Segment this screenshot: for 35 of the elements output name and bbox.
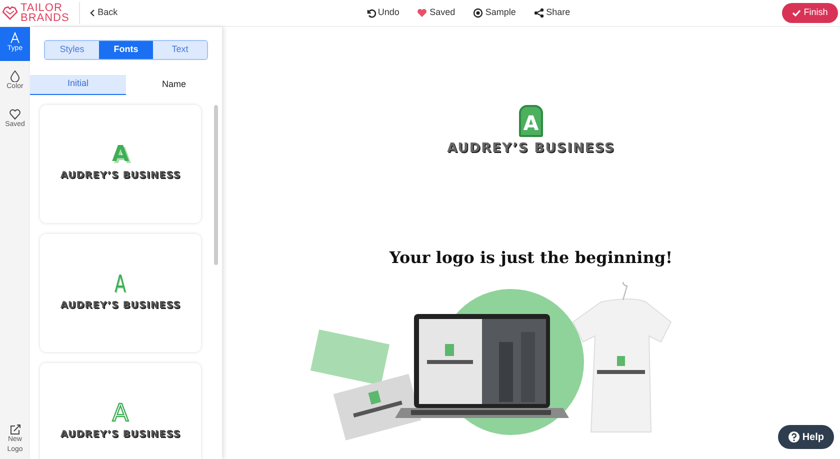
logo-name: AUDREY’S BUSINESS bbox=[60, 168, 181, 183]
logo-name: AUDREY’S BUSINESS bbox=[60, 298, 181, 313]
tagline: Your logo is just the beginning! bbox=[389, 247, 673, 270]
font-option-card[interactable]: A AUDREY’S BUSINESS bbox=[40, 362, 201, 459]
brand-name: BRANDS bbox=[20, 12, 70, 23]
logo-initial: A bbox=[112, 401, 129, 426]
share-button[interactable]: Share bbox=[534, 6, 570, 20]
heart-icon bbox=[417, 8, 428, 18]
back-link[interactable]: Back bbox=[90, 6, 118, 20]
font-option-card[interactable]: A AUDREY’S BUSINESS bbox=[40, 104, 201, 223]
heart-icon bbox=[9, 108, 21, 120]
help-icon bbox=[788, 431, 800, 443]
logo-name: AUDREY’S BUSINESS bbox=[447, 140, 615, 158]
chevron-left-icon bbox=[90, 8, 96, 17]
sample-button[interactable]: Sample bbox=[473, 6, 516, 20]
finish-button[interactable]: Finish bbox=[782, 2, 838, 23]
tab[interactable]: Initial bbox=[30, 74, 126, 95]
saved-button[interactable]: Saved bbox=[417, 6, 456, 20]
letter-a-icon bbox=[9, 32, 21, 44]
logo-name: AUDREY’S BUSINESS bbox=[60, 428, 181, 442]
logo-initial: A bbox=[112, 144, 130, 166]
logo-initial: A bbox=[114, 272, 126, 296]
help-button[interactable]: Help bbox=[778, 425, 834, 449]
heart-logo-icon bbox=[2, 6, 18, 20]
logo-initial: A bbox=[519, 104, 543, 137]
segment-tab[interactable]: Fonts bbox=[99, 40, 153, 59]
undo-icon bbox=[366, 8, 376, 18]
brand-name: TAILOR bbox=[20, 2, 62, 13]
share-icon bbox=[534, 8, 544, 18]
undo-button[interactable]: Undo bbox=[366, 6, 400, 20]
font-option-card[interactable]: A AUDREY’S BUSINESS bbox=[40, 234, 201, 352]
new-window-icon bbox=[10, 424, 20, 435]
scrollbar-thumb[interactable] bbox=[214, 104, 218, 265]
checkmark-icon bbox=[792, 8, 802, 17]
drop-icon bbox=[9, 70, 21, 82]
